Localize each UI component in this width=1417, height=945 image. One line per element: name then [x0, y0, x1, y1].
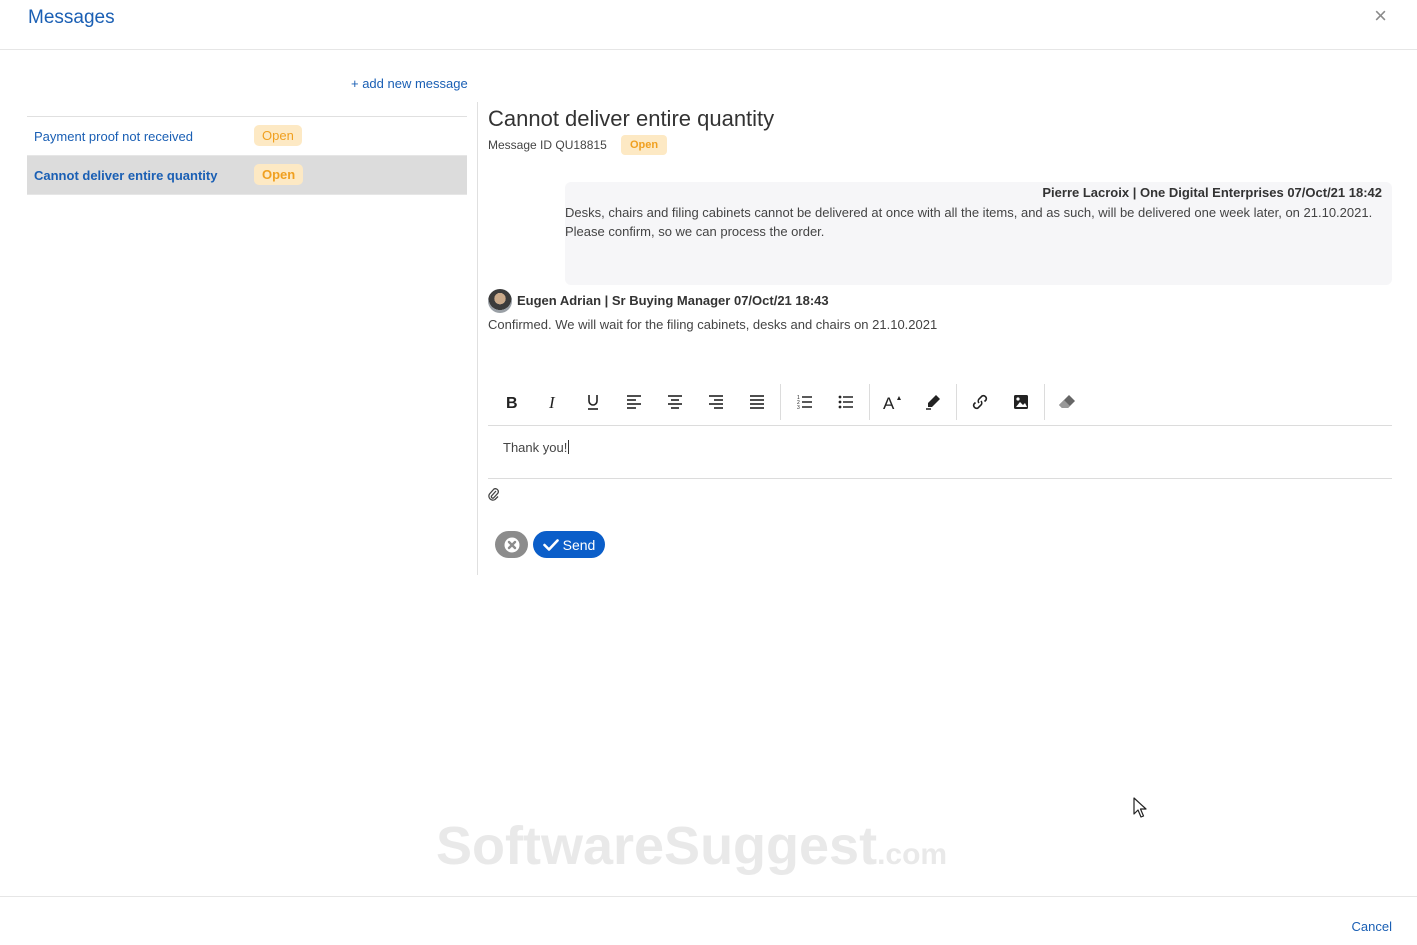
font-size-icon[interactable]: A	[878, 390, 908, 414]
incoming-message: Pierre Lacroix | One Digital Enterprises…	[565, 182, 1392, 285]
send-button-label: Send	[562, 536, 596, 553]
link-icon[interactable]	[965, 390, 995, 414]
list-item-subject: Cannot deliver entire quantity	[34, 168, 218, 183]
eraser-icon[interactable]	[1052, 390, 1082, 414]
editor-toolbar: B I 123 A	[488, 382, 1392, 426]
close-icon	[504, 537, 519, 552]
toolbar-divider	[956, 384, 957, 420]
message-list: Payment proof not received Open Cannot d…	[27, 116, 467, 195]
dialog-title: Messages	[28, 7, 115, 28]
send-button[interactable]: Send	[533, 531, 605, 558]
close-icon[interactable]: ×	[1374, 4, 1387, 28]
image-icon[interactable]	[1006, 390, 1036, 414]
toolbar-divider	[869, 384, 870, 420]
bullet-list-icon[interactable]	[831, 390, 861, 414]
reply-editor[interactable]: Thank you!	[488, 426, 1392, 479]
avatar	[488, 289, 512, 313]
message-author: Eugen Adrian | Sr Buying Manager 07/Oct/…	[517, 293, 829, 308]
message-id-label: Message ID	[488, 138, 553, 152]
highlighter-icon[interactable]	[918, 390, 948, 414]
editor-text[interactable]: Thank you!	[503, 440, 570, 455]
add-new-message-link[interactable]: + add new message	[351, 76, 468, 91]
bold-icon[interactable]: B	[496, 390, 526, 414]
align-center-icon[interactable]	[660, 390, 690, 414]
svg-text:3: 3	[797, 405, 800, 410]
ordered-list-icon[interactable]: 123	[790, 390, 820, 414]
message-title: Cannot deliver entire quantity	[488, 106, 775, 131]
align-left-icon[interactable]	[619, 390, 649, 414]
svg-text:A: A	[883, 394, 895, 410]
editor-value: Thank you!	[503, 440, 568, 455]
underline-icon[interactable]	[578, 390, 608, 414]
align-justify-icon[interactable]	[742, 390, 772, 414]
paperclip-icon[interactable]	[488, 488, 500, 507]
svg-text:I: I	[548, 394, 556, 410]
check-icon	[542, 538, 559, 551]
status-badge: Open	[254, 164, 304, 185]
watermark-main: SoftwareSuggest	[436, 816, 878, 876]
svg-text:B: B	[506, 395, 518, 410]
toolbar-divider	[780, 384, 781, 420]
cancel-link[interactable]: Cancel	[1352, 919, 1392, 934]
toolbar-divider	[1044, 384, 1045, 420]
message-id-value: QU18815	[555, 138, 607, 152]
mouse-pointer-icon	[1133, 797, 1147, 824]
discard-button[interactable]	[495, 531, 528, 558]
watermark-suffix: .com	[877, 838, 948, 871]
list-item[interactable]: Payment proof not received Open	[27, 117, 467, 156]
align-right-icon[interactable]	[701, 390, 731, 414]
message-body: Confirmed. We will wait for the filing c…	[488, 317, 938, 332]
column-divider	[477, 102, 478, 575]
list-item-subject: Payment proof not received	[34, 129, 193, 144]
message-author: Pierre Lacroix | One Digital Enterprises…	[1042, 185, 1382, 200]
text-caret	[568, 440, 570, 454]
status-badge: Open	[254, 125, 302, 146]
message-meta: Message ID QU18815 Open	[488, 135, 668, 155]
watermark: SoftwareSuggest.com	[436, 815, 947, 877]
dialog-header: Messages ×	[0, 0, 1417, 50]
status-badge: Open	[621, 135, 668, 155]
italic-icon[interactable]: I	[537, 390, 567, 414]
message-body: Desks, chairs and filing cabinets cannot…	[565, 203, 1385, 241]
list-item[interactable]: Cannot deliver entire quantity Open	[27, 156, 467, 195]
message-line: Desks, chairs and filing cabinets cannot…	[565, 205, 1373, 220]
dialog-footer: Cancel	[0, 896, 1417, 945]
message-line: Please confirm, so we can process the or…	[565, 224, 825, 239]
